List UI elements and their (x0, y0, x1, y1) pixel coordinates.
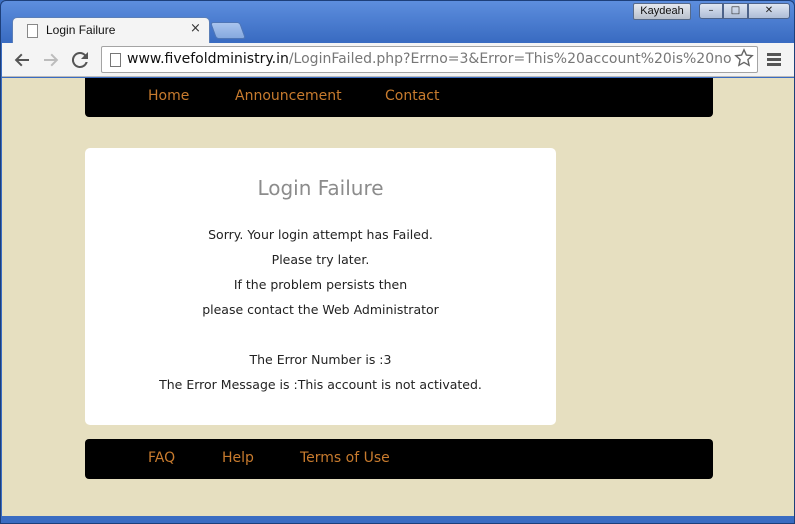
reload-icon[interactable] (69, 49, 91, 71)
url-path: /LoginFailed.php?Errno=3&Error=This%20ac… (288, 51, 732, 67)
tab-login-failure[interactable]: Login Failure × (12, 17, 210, 44)
footer-link-help[interactable]: Help (222, 450, 254, 466)
hamburger-menu-icon[interactable] (765, 51, 783, 69)
star-icon[interactable] (733, 48, 755, 70)
page-icon (110, 53, 121, 67)
tab-close-icon[interactable]: × (190, 21, 201, 36)
browser-toolbar: www.fivefoldministry.in/LoginFailed.php?… (2, 43, 794, 77)
message-line: please contact the Web Administrator (202, 302, 439, 317)
tab-title: Login Failure (46, 23, 116, 37)
close-window-button[interactable]: ✕ (748, 3, 790, 19)
footer-link-faq[interactable]: FAQ (148, 450, 175, 466)
top-nav-bar: Home Announcement Contact (85, 78, 713, 117)
maximize-button[interactable]: □ (723, 3, 748, 19)
user-profile-button[interactable]: Kaydeah (633, 3, 691, 20)
arrow-right-icon[interactable] (40, 49, 62, 71)
error-message: The Error Message is :This account is no… (159, 377, 482, 392)
page-viewport: Home Announcement Contact Login Failure … (2, 78, 794, 516)
footer-nav-bar: FAQ Help Terms of Use (85, 439, 713, 479)
nav-link-announcement[interactable]: Announcement (235, 88, 342, 104)
nav-link-home[interactable]: Home (148, 88, 189, 104)
nav-link-contact[interactable]: Contact (385, 88, 439, 104)
arrow-left-icon[interactable] (11, 49, 33, 71)
url-host: www.fivefoldministry.in (127, 51, 289, 67)
login-failure-panel: Login Failure Sorry. Your login attempt … (85, 148, 556, 425)
message-line: Please try later. (271, 252, 370, 267)
browser-window: Login Failure × Kaydeah – □ ✕ www.fivefo… (0, 0, 795, 524)
address-bar[interactable]: www.fivefoldministry.in/LoginFailed.php?… (101, 46, 758, 73)
message-line: Sorry. Your login attempt has Failed. (208, 227, 433, 242)
page-icon (27, 24, 38, 38)
minimize-button[interactable]: – (699, 3, 723, 19)
tab-strip: Login Failure × Kaydeah – □ ✕ (1, 1, 795, 44)
message-line: If the problem persists then (233, 277, 408, 292)
new-tab-button[interactable] (209, 22, 247, 39)
error-number: The Error Number is :3 (249, 352, 392, 367)
footer-link-terms[interactable]: Terms of Use (300, 450, 390, 466)
url-text[interactable]: www.fivefoldministry.in/LoginFailed.php?… (127, 51, 732, 67)
page-title: Login Failure (257, 176, 384, 200)
